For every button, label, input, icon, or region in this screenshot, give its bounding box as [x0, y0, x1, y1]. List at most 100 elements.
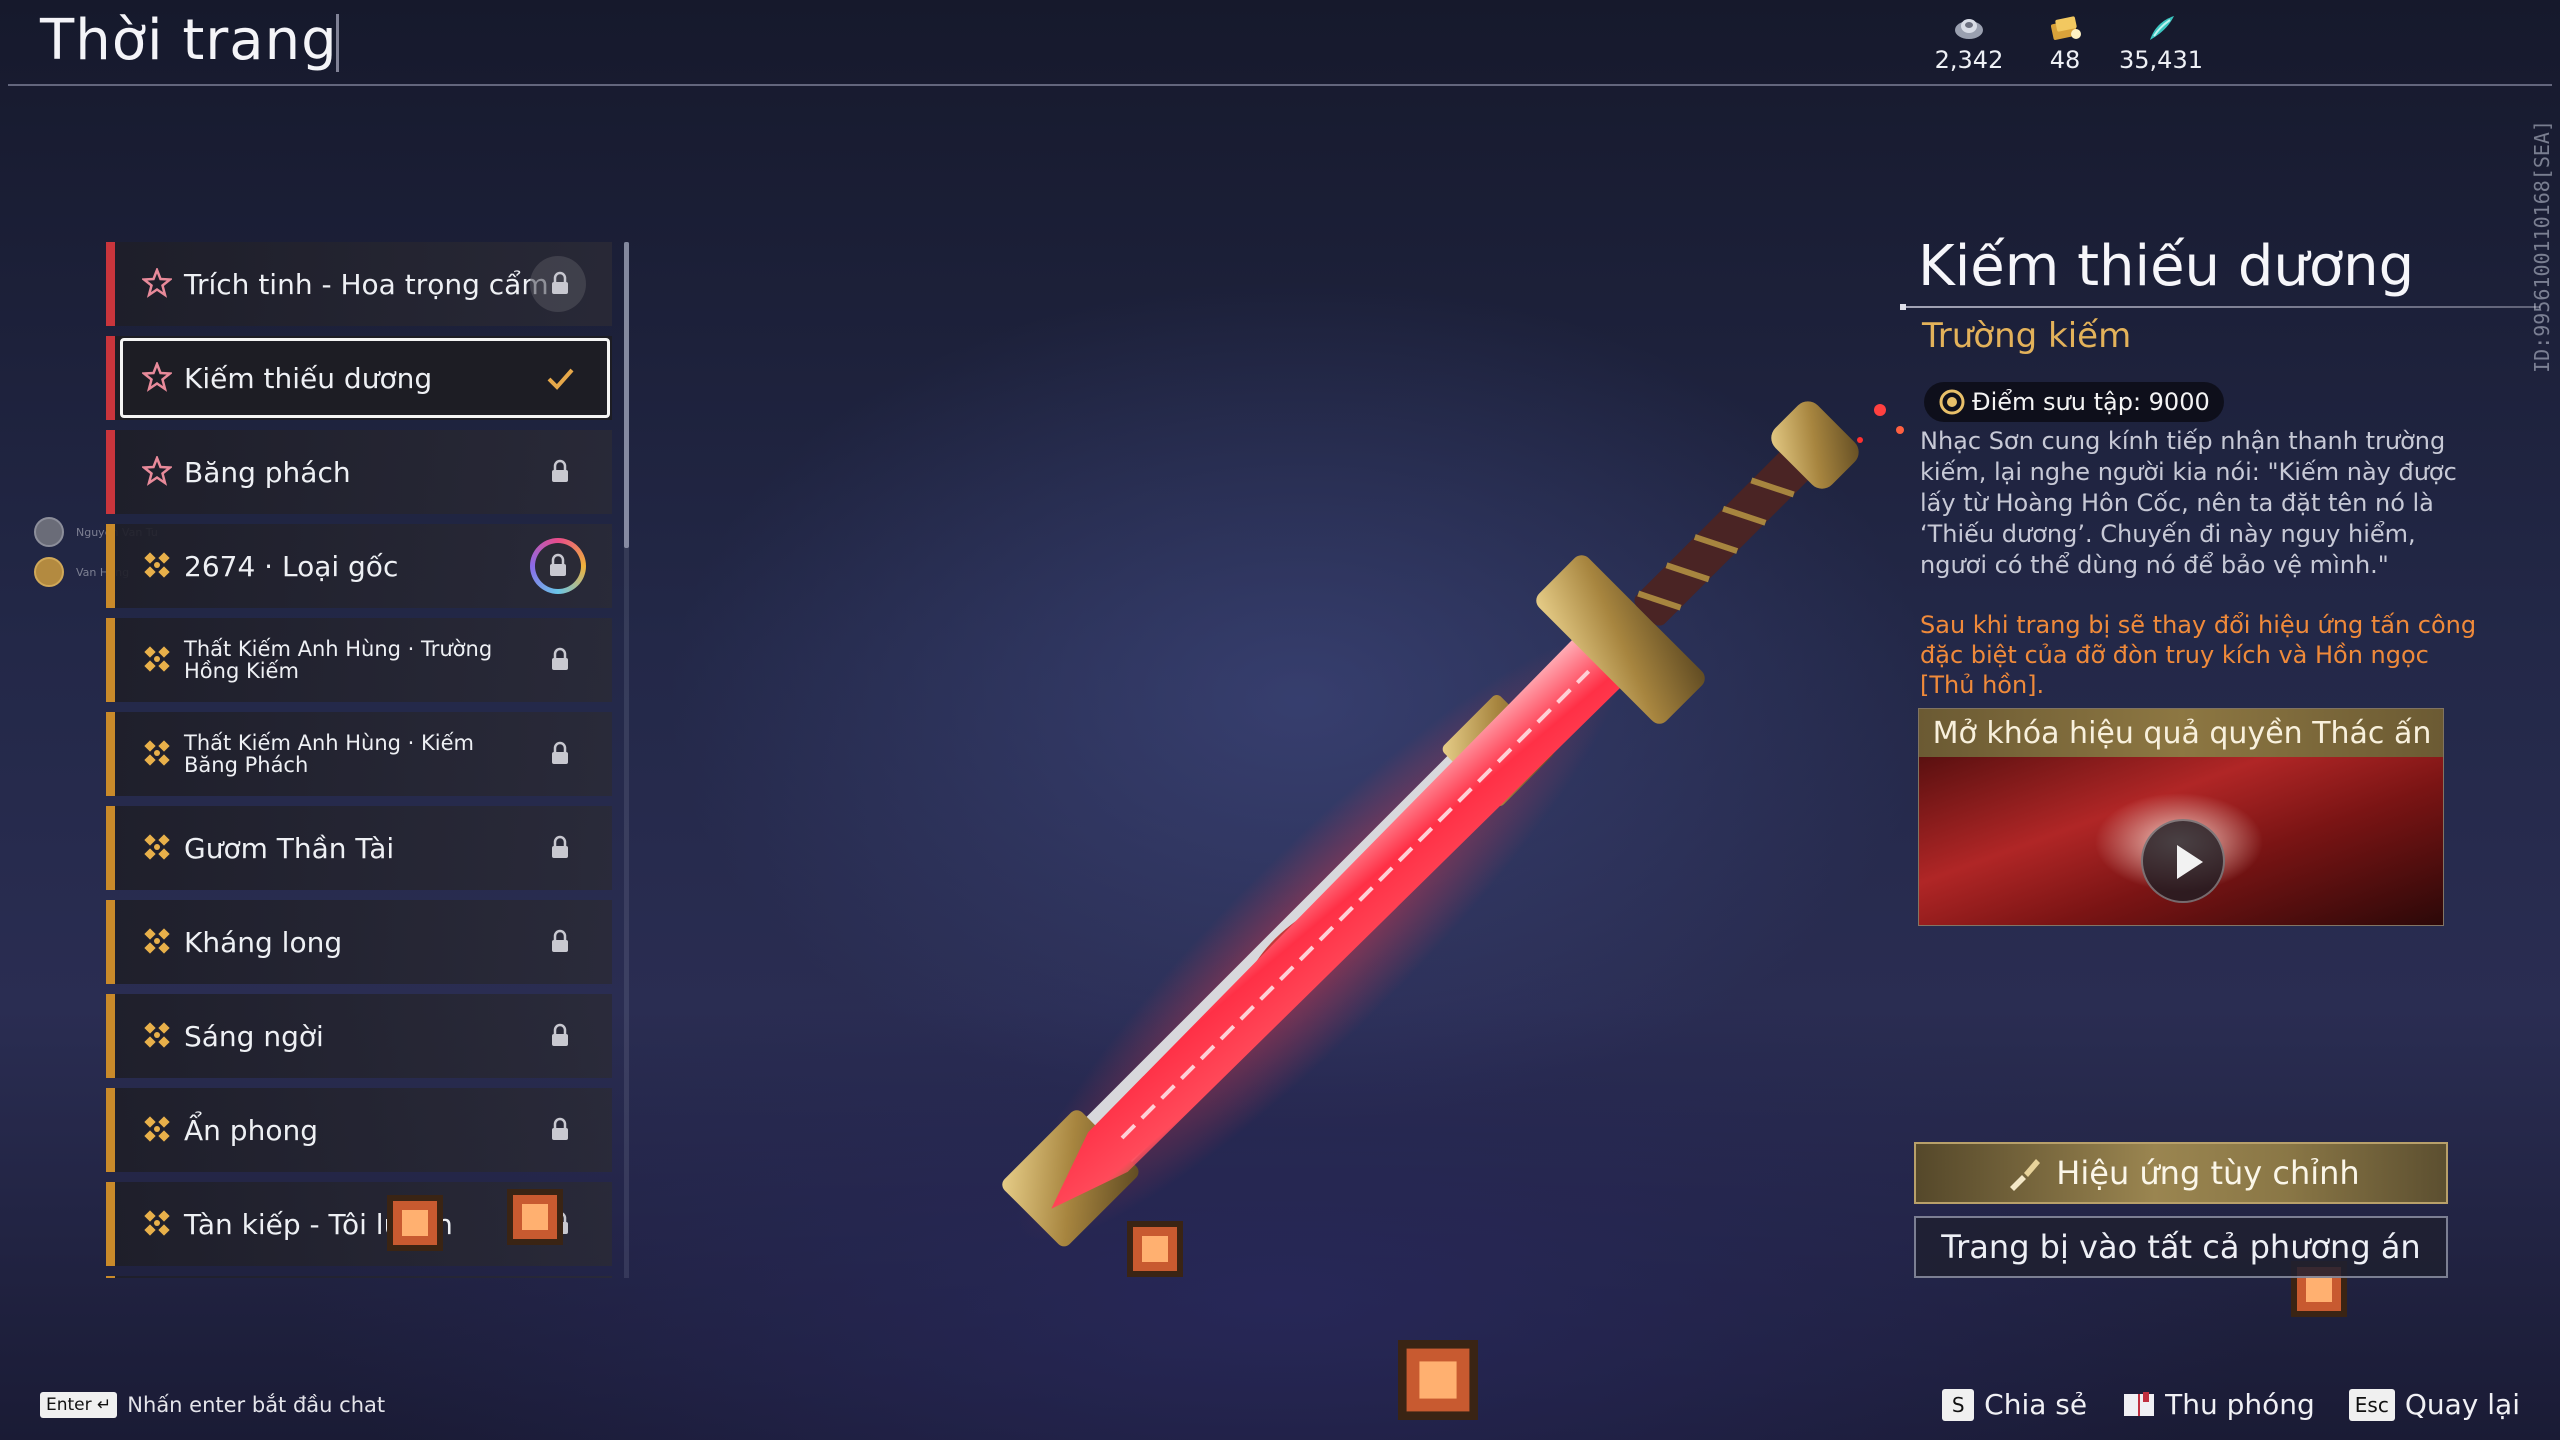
- collection-points-badge: Điểm sưu tập: 9000: [1924, 382, 2224, 422]
- item-type: Trường kiếm: [1922, 316, 2132, 356]
- share-button[interactable]: S Chia sẻ: [1942, 1388, 2087, 1421]
- lock-icon: [552, 1023, 568, 1046]
- play-icon[interactable]: [2141, 819, 2225, 903]
- lock-icon: [552, 1117, 568, 1140]
- footer-actions: S Chia sẻ Thu phóng Esc Quay lại: [1942, 1388, 2520, 1421]
- lock-icon: [552, 741, 568, 764]
- zoom-label: Thu phóng: [2165, 1388, 2315, 1421]
- build-id: ID:9956100110168[SEA]: [2530, 120, 2554, 373]
- skin-item[interactable]: Sáng ngời: [106, 994, 612, 1078]
- zoom-button[interactable]: Thu phóng: [2121, 1388, 2315, 1421]
- skin-item[interactable]: Ẩn phong: [106, 1088, 612, 1172]
- rarity-bar: [106, 242, 115, 326]
- skin-item-label: Gươm Thần Tài: [184, 831, 395, 865]
- chat-hint-text: Nhấn enter bắt đầu chat: [127, 1393, 386, 1417]
- lock-icon: [552, 271, 568, 294]
- rarity-bar: [106, 618, 115, 702]
- custom-effect-label: Hiệu ứng tùy chỉnh: [2056, 1154, 2360, 1192]
- avatar: [34, 517, 64, 547]
- currency-jade[interactable]: 35,431: [2106, 14, 2216, 74]
- lantern-icon: [507, 1189, 563, 1245]
- skin-item[interactable]: Băng phách: [106, 430, 612, 514]
- lock-icon: [552, 929, 568, 952]
- skin-item-label: Kiếm thiếu dương: [184, 361, 433, 395]
- chat-hint[interactable]: Enter ↵ Nhấn enter bắt đầu chat: [40, 1392, 385, 1418]
- skin-item[interactable]: 2674 · Loại gốc: [106, 524, 612, 608]
- jade-feather-icon: [2150, 16, 2174, 40]
- skin-item-label: Kháng long: [184, 925, 343, 959]
- skin-item[interactable]: Thất Kiếm Anh Hùng · Trường Hồng Kiếm: [106, 618, 612, 702]
- rarity-bar: [106, 1182, 115, 1266]
- back-button[interactable]: Esc Quay lại: [2348, 1388, 2520, 1421]
- flower-icon: [144, 646, 170, 672]
- star-icon: [142, 362, 172, 392]
- custom-effect-button[interactable]: Hiệu ứng tùy chỉnh: [1914, 1142, 2448, 1204]
- skin-list: Trích tinh - Hoa trọng cẩm Kiếm thiếu dư…: [106, 242, 616, 1278]
- skin-item-label: Thất Kiếm Anh Hùng · Trường Hồng Kiếm: [184, 637, 493, 683]
- currency-ticket[interactable]: 48: [2010, 14, 2120, 74]
- rarity-bar: [106, 712, 115, 796]
- video-thumbnail: [1919, 757, 2443, 925]
- esc-key: Esc: [2348, 1388, 2395, 1421]
- skin-item[interactable]: Trích tinh - Hoa trọng cẩm: [106, 242, 612, 326]
- flower-icon: [144, 552, 170, 578]
- list-scrollbar[interactable]: [624, 242, 629, 548]
- lock-icon: [552, 647, 568, 670]
- flower-icon: [144, 834, 170, 860]
- page-title: Thời trang: [40, 8, 338, 73]
- skin-item[interactable]: Gươm Thần Tài: [106, 806, 612, 890]
- rarity-bar: [106, 1276, 115, 1278]
- lock-icon: [552, 835, 568, 858]
- currency-jade-value: 35,431: [2119, 46, 2203, 74]
- back-label: Quay lại: [2404, 1388, 2520, 1421]
- silver-ingot-icon: [1955, 19, 1983, 39]
- coin-icon: [1939, 389, 1965, 415]
- skin-item-label: Ẩn phong: [184, 1113, 318, 1147]
- currency-silver-value: 2,342: [1934, 46, 2004, 74]
- flower-icon: [144, 1116, 170, 1142]
- item-name: Kiếm thiếu dương: [1918, 234, 2415, 299]
- brush-icon: [2010, 1159, 2041, 1191]
- collection-points: Điểm sưu tập: 9000: [1972, 388, 2210, 416]
- equip-effect-note: Sau khi trang bị sẽ thay đổi hiệu ứng tấ…: [1920, 611, 2477, 699]
- title-divider: [336, 14, 339, 72]
- skin-item-label: Băng phách: [184, 455, 351, 489]
- blade: [1051, 633, 1627, 1209]
- share-key: S: [1942, 1388, 1975, 1421]
- lantern-icon: [1398, 1340, 1478, 1420]
- flower-icon: [144, 740, 170, 766]
- skin-item-label: Sáng ngời: [184, 1019, 324, 1053]
- rarity-bar: [106, 336, 115, 420]
- star-icon: [142, 268, 172, 298]
- rarity-bar: [106, 806, 115, 890]
- currency-silver[interactable]: 2,342: [1914, 14, 2024, 74]
- rainbow-lock-ring: [530, 538, 586, 594]
- skin-item-label: 2674 · Loại gốc: [184, 549, 399, 583]
- skin-item-partial[interactable]: [106, 1276, 612, 1278]
- item-description: Nhạc Sơn cung kính tiếp nhận thanh trườn…: [1920, 427, 2457, 579]
- enter-key: Enter ↵: [40, 1392, 118, 1418]
- flower-icon: [144, 1022, 170, 1048]
- lantern-icon: [1127, 1221, 1183, 1277]
- skin-item[interactable]: Kháng long: [106, 900, 612, 984]
- name-rule: [1900, 304, 2540, 310]
- top-bar: Thời trang 2,342 48 35,431: [0, 0, 2560, 86]
- effect-video-card[interactable]: Mở khóa hiệu quả quyền Thác ấn: [1918, 708, 2444, 926]
- rarity-bar: [106, 430, 115, 514]
- flower-icon: [144, 1210, 170, 1236]
- skin-item[interactable]: Thất Kiếm Anh Hùng · Kiếm Băng Phách: [106, 712, 612, 796]
- sword-preview[interactable]: [900, 380, 2000, 1440]
- skin-item-label: Trích tinh - Hoa trọng cẩm: [184, 267, 549, 301]
- video-title: Mở khóa hiệu quả quyền Thác ấn: [1919, 709, 2443, 757]
- equip-all-label: Trang bị vào tất cả phương án: [1941, 1228, 2421, 1266]
- avatar: [34, 557, 64, 587]
- book-icon: [2124, 1391, 2155, 1416]
- skin-item-label: Thất Kiếm Anh Hùng · Kiếm Băng Phách: [184, 731, 474, 777]
- share-label: Chia sẻ: [1984, 1388, 2088, 1421]
- rarity-bar: [106, 524, 115, 608]
- lantern-icon: [387, 1195, 443, 1251]
- equip-all-button[interactable]: Trang bị vào tất cả phương án: [1914, 1216, 2448, 1278]
- checkmark-icon: [547, 368, 574, 390]
- rarity-bar: [106, 1088, 115, 1172]
- skin-item-selected[interactable]: Kiếm thiếu dương: [106, 336, 612, 420]
